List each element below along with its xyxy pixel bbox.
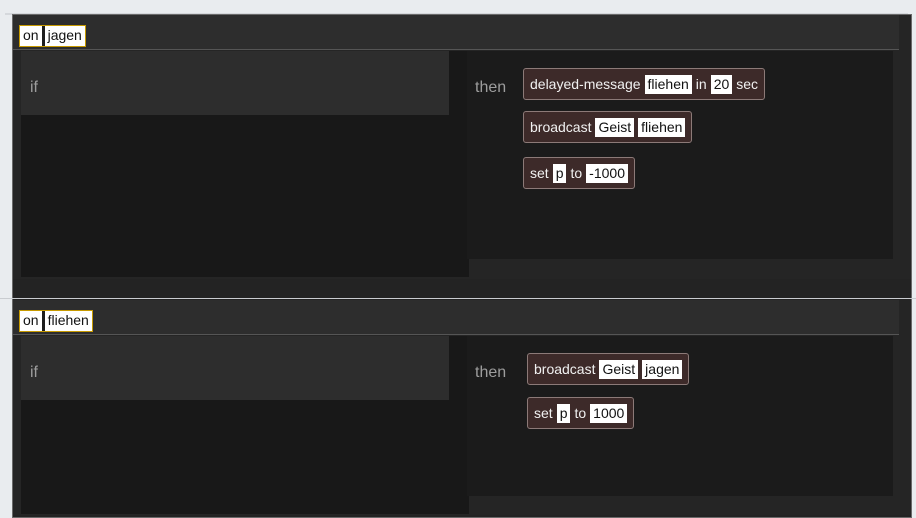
on-keyword: on [20, 26, 42, 46]
then-label: then [475, 364, 507, 381]
value-slot[interactable]: 1000 [590, 403, 628, 423]
if-condition-area[interactable]: if [21, 336, 469, 514]
command-label: broadcast [534, 361, 596, 377]
message-slot[interactable]: fliehen [644, 74, 692, 94]
handler-header: on fliehen [13, 300, 899, 335]
on-keyword: on [20, 311, 42, 331]
if-condition-area[interactable]: if [21, 51, 469, 277]
script-workspace: on jagen if then delayed-message fliehen… [12, 14, 912, 518]
event-message-slot[interactable]: fliehen [44, 311, 92, 331]
if-label: if [30, 79, 38, 96]
to-label: to [574, 405, 587, 421]
handler-header: on jagen [13, 15, 899, 50]
command-label: delayed-message [530, 76, 641, 92]
message-slot[interactable]: jagen [642, 359, 683, 379]
if-label: if [30, 364, 38, 381]
delayed-message-block[interactable]: delayed-message fliehen in 20 sec [523, 68, 766, 100]
if-condition-header: if [21, 336, 449, 400]
command-label: broadcast [530, 119, 592, 135]
variable-slot[interactable]: p [552, 163, 567, 183]
then-label: then [475, 79, 507, 96]
on-event-block[interactable]: on jagen [19, 25, 86, 47]
broadcast-block[interactable]: broadcast Geist jagen [527, 353, 690, 385]
unit-label: sec [736, 76, 759, 92]
command-label: set [534, 405, 553, 421]
event-handler: on fliehen if then broadcast Geist jagen… [13, 300, 911, 515]
set-variable-block[interactable]: set p to 1000 [527, 397, 635, 429]
then-actions-area[interactable]: then delayed-message fliehen in 20 sec b… [467, 51, 893, 259]
target-slot[interactable]: Geist [595, 117, 635, 137]
target-slot[interactable]: Geist [599, 359, 639, 379]
command-label: set [530, 165, 549, 181]
event-message-slot[interactable]: jagen [44, 26, 85, 46]
value-slot[interactable]: -1000 [586, 163, 628, 183]
in-label: in [695, 76, 707, 92]
message-slot[interactable]: fliehen [638, 117, 686, 137]
event-handler: on jagen if then delayed-message fliehen… [13, 15, 911, 279]
handler-divider [0, 298, 916, 299]
then-actions-area[interactable]: then broadcast Geist jagen set p to 1000 [467, 336, 893, 496]
set-variable-block[interactable]: set p to -1000 [523, 157, 635, 189]
delay-slot[interactable]: 20 [710, 74, 733, 94]
broadcast-block[interactable]: broadcast Geist fliehen [523, 111, 693, 143]
if-condition-header: if [21, 51, 449, 115]
to-label: to [570, 165, 583, 181]
variable-slot[interactable]: p [556, 403, 571, 423]
on-event-block[interactable]: on fliehen [19, 310, 93, 332]
